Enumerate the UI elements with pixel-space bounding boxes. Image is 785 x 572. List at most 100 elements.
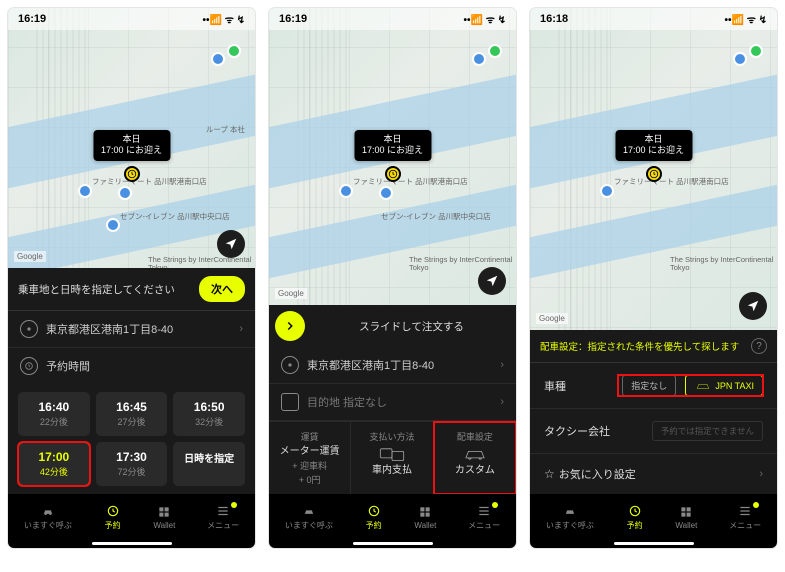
map-poi-icon [339, 184, 353, 198]
slide-handle[interactable] [275, 311, 305, 341]
next-button[interactable]: 次へ [199, 276, 245, 302]
map-poi-icon [78, 184, 92, 198]
sheet-header: 配車設定：指定された条件を優先して探します ? [530, 330, 777, 363]
chevron-right-icon: › [500, 396, 504, 408]
pickup-tooltip: 本日 17:00 にお迎え [93, 130, 170, 161]
tab-bar: いますぐ呼ぶ 予約 Wallet メニュー [8, 494, 255, 548]
map-poi-icon [749, 44, 763, 58]
config-title: 配車設定：指定された条件を優先して探します [540, 339, 743, 353]
chevron-right-icon: › [239, 323, 243, 335]
home-indicator [614, 542, 694, 545]
time-grid: 16:4022分後 16:4527分後 16:5032分後 17:0042分後 … [8, 384, 255, 494]
locate-button[interactable] [739, 292, 767, 320]
fare-option[interactable]: 運賃 メーター運賃 + 迎車料 + 0円 [269, 422, 351, 494]
bottom-sheet: 乗車地と日時を指定してください 次へ 東京都港区港南1丁目8-40 › 予約時間… [8, 268, 255, 494]
status-icons: ••📶 ᯤ ↯ [463, 12, 506, 26]
map-poi-icon [488, 44, 502, 58]
tab-bar: いますぐ呼ぶ 予約 Wallet メニュー [269, 494, 516, 548]
time-option-custom[interactable]: 日時を指定 [173, 442, 245, 486]
pickup-address-row[interactable]: 東京都港区港南1丁目8-40 › [269, 347, 516, 384]
map-poi-icon [118, 186, 132, 200]
help-icon[interactable]: ? [751, 338, 767, 354]
pickup-tooltip: 本日17:00 にお迎え [615, 130, 692, 161]
phone-screen-2: 16:19 ••📶 ᯤ ↯ ファミリーマート 品川駅港南口店 セブン-イレブン … [269, 8, 516, 548]
tab-menu[interactable]: メニュー [468, 504, 500, 531]
map-poi-label: ファミリーマート 品川駅港南口店 [614, 178, 729, 186]
location-icon [20, 320, 38, 338]
options-row: 運賃 メーター運賃 + 迎車料 + 0円 支払い方法 車内支払 配車設定 カスタ… [269, 421, 516, 494]
destination-row[interactable]: 目的地 指定なし › [269, 384, 516, 421]
tab-reserve[interactable]: 予約 [626, 504, 644, 531]
vehicle-type-row[interactable]: 車種 指定なし JPN TAXI [530, 363, 777, 409]
pickup-tooltip: 本日17:00 にお迎え [354, 130, 431, 161]
status-time: 16:19 [18, 13, 46, 25]
tab-wallet[interactable]: Wallet [414, 505, 436, 530]
map-area[interactable]: ファミリーマート 品川駅港南口店 セブン-イレブン 品川駅中央口店 The St… [8, 8, 255, 268]
map-attribution: Google [536, 313, 568, 324]
map-poi-label: The Strings by InterContinental Tokyo [148, 256, 255, 268]
slide-order-bar[interactable]: スライドして注文する [269, 305, 516, 347]
map-area[interactable]: ファミリーマート 品川駅港南口店 セブン-イレブン 品川駅中央口店 The St… [269, 8, 516, 305]
map-poi-icon [106, 218, 120, 232]
map-poi-label: ファミリーマート 品川駅港南口店 [353, 178, 468, 186]
map-attribution: Google [275, 288, 307, 299]
pickup-address: 東京都港区港南1丁目8-40 [46, 321, 173, 337]
payment-option[interactable]: 支払い方法 車内支払 [351, 422, 433, 494]
map-poi-icon [211, 52, 225, 66]
time-option[interactable]: 16:4022分後 [18, 392, 90, 436]
company-label: タクシー会社 [544, 423, 648, 439]
chevron-right-icon: › [500, 359, 504, 371]
vehicle-jpntaxi-pill[interactable]: JPN TAXI [685, 375, 763, 396]
vehicle-none-pill[interactable]: 指定なし [622, 375, 676, 396]
map-attribution: Google [14, 251, 46, 262]
dispatch-config-option[interactable]: 配車設定 カスタム [434, 422, 516, 494]
favorites-row[interactable]: ☆ お気に入り設定 › [530, 454, 777, 494]
favorites-label: お気に入り設定 [559, 466, 760, 482]
time-option-selected[interactable]: 17:0042分後 [18, 442, 90, 486]
tab-now[interactable]: いますぐ呼ぶ [546, 504, 594, 531]
tab-menu[interactable]: メニュー [729, 504, 761, 531]
star-icon: ☆ [544, 467, 555, 481]
tab-menu[interactable]: メニュー [207, 504, 239, 531]
status-bar: 16:19 ••📶 ᯤ ↯ [8, 8, 255, 30]
location-icon [281, 356, 299, 374]
tab-wallet[interactable]: Wallet [675, 505, 697, 530]
map-poi-label: The Strings by InterContinental Tokyo [670, 256, 777, 273]
tab-wallet[interactable]: Wallet [153, 505, 175, 530]
status-icons: ••📶 ᯤ ↯ [724, 12, 767, 26]
payment-icon [379, 446, 405, 462]
phone-screen-1: 16:19 ••📶 ᯤ ↯ ファミリーマート 品川駅港南口店 セブン-イレブン … [8, 8, 255, 548]
status-time: 16:19 [279, 13, 307, 25]
map-area[interactable]: ファミリーマート 品川駅港南口店 The Strings by InterCon… [530, 8, 777, 330]
tab-reserve[interactable]: 予約 [104, 504, 122, 531]
tab-now[interactable]: いますぐ呼ぶ [24, 504, 72, 531]
vehicle-label: 車種 [544, 378, 618, 394]
time-option[interactable]: 16:4527分後 [96, 392, 168, 436]
pickup-address-row[interactable]: 東京都港区港南1丁目8-40 › [8, 311, 255, 348]
sheet-title: 乗車地と日時を指定してください [18, 282, 191, 297]
clock-icon [20, 357, 38, 375]
clock-icon [646, 166, 662, 182]
reserve-label: 予約時間 [46, 358, 90, 374]
sheet-header: 乗車地と日時を指定してください 次へ [8, 268, 255, 311]
time-option[interactable]: 16:5032分後 [173, 392, 245, 436]
phone-screen-3: 16:18 ••📶 ᯤ ↯ ファミリーマート 品川駅港南口店 The Strin… [530, 8, 777, 548]
destination-label: 目的地 指定なし [307, 394, 387, 410]
status-bar: 16:18 ••📶 ᯤ ↯ [530, 8, 777, 30]
map-poi-icon [227, 44, 241, 58]
status-time: 16:18 [540, 13, 568, 25]
map-poi-label: ファミリーマート 品川駅港南口店 [92, 178, 207, 186]
destination-icon [281, 393, 299, 411]
home-indicator [92, 542, 172, 545]
map-poi-icon [733, 52, 747, 66]
map-poi-label: セブン-イレブン 品川駅中央口店 [381, 213, 491, 221]
map-poi-icon [472, 52, 486, 66]
clock-icon [124, 166, 140, 182]
time-option[interactable]: 17:3072分後 [96, 442, 168, 486]
home-indicator [353, 542, 433, 545]
locate-button[interactable] [478, 267, 506, 295]
bottom-sheet: スライドして注文する 東京都港区港南1丁目8-40 › 目的地 指定なし › 運… [269, 305, 516, 494]
tab-now[interactable]: いますぐ呼ぶ [285, 504, 333, 531]
tab-reserve[interactable]: 予約 [365, 504, 383, 531]
locate-button[interactable] [217, 230, 245, 258]
